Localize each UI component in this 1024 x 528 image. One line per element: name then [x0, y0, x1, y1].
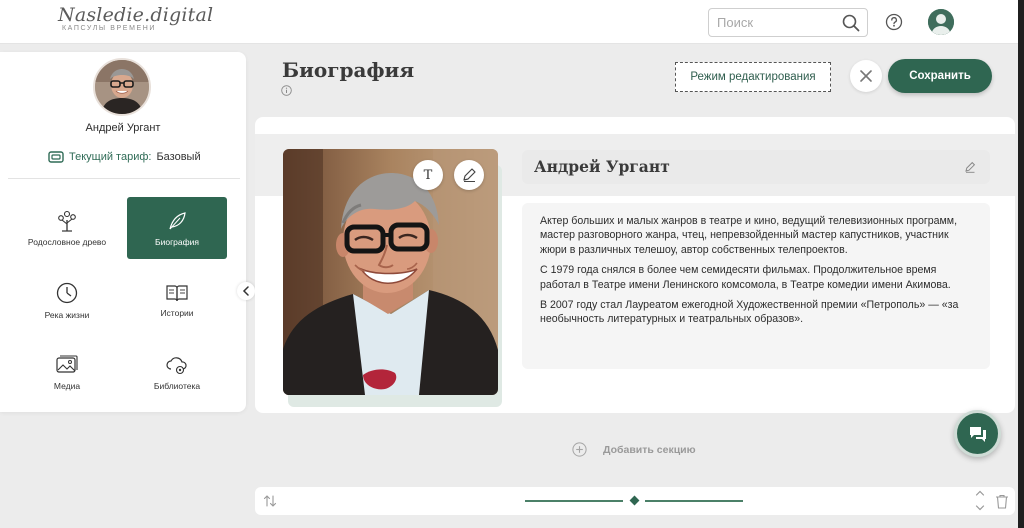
search-input[interactable] [717, 15, 837, 30]
logo-subtitle: КАПСУЛЫ ВРЕМЕНИ [62, 25, 157, 32]
info-icon[interactable] [281, 85, 292, 96]
save-button[interactable]: Сохранить [888, 59, 992, 93]
bio-paragraph: Актер больших и малых жанров в театре и … [540, 215, 958, 256]
sidebar-item-label: Библиотека [153, 380, 201, 391]
plus-circle-icon [572, 442, 587, 457]
text-tool-button[interactable]: T [413, 160, 443, 190]
sidebar-collapse-button[interactable] [237, 282, 255, 300]
feather-icon [169, 211, 186, 229]
profile-photo[interactable] [93, 58, 151, 116]
biography-text[interactable]: Актер больших и малых жанров в театре и … [522, 203, 990, 369]
chevron-down-icon[interactable] [975, 503, 985, 513]
edit-mode-button[interactable]: Режим редактирования [675, 62, 831, 92]
logo-title: Nasledie.digital [58, 4, 214, 26]
user-avatar[interactable] [928, 9, 954, 35]
divider-line-right [645, 500, 743, 502]
divider-diamond[interactable] [629, 495, 640, 506]
close-icon [860, 70, 872, 82]
profile-name: Андрей Ургант [85, 122, 161, 134]
sidebar-item-label: Река жизни [44, 309, 90, 320]
page-title: Биография [282, 58, 415, 82]
section-toolbar [255, 487, 1015, 515]
bio-paragraph: С 1979 года снялся в более чем семидесят… [540, 264, 951, 291]
sidebar-item-label: Истории [160, 307, 194, 318]
tree-icon [58, 210, 76, 232]
top-bar: Nasledie.digital КАПСУЛЫ ВРЕМЕНИ [0, 0, 1018, 44]
search-box [708, 8, 868, 37]
sidebar-item-biography[interactable]: Биография [127, 197, 227, 259]
help-icon[interactable] [885, 13, 903, 31]
sidebar-item-label: Медиа [53, 380, 81, 391]
sidebar-item-life-river[interactable]: Река жизни [17, 269, 117, 331]
chevron-up-icon[interactable] [975, 488, 985, 498]
user-avatar-icon [928, 9, 954, 35]
sidebar-item-stories[interactable]: Истории [127, 269, 227, 331]
pencil-icon[interactable] [964, 161, 976, 173]
sidebar-item-library[interactable]: Библиотека [127, 341, 227, 403]
clock-icon [56, 282, 78, 303]
sidebar-divider [8, 178, 240, 179]
window-edge [1018, 0, 1024, 528]
profile-portrait-icon [95, 60, 149, 114]
divider-line-left [525, 500, 623, 502]
book-icon [166, 284, 188, 301]
search-icon[interactable] [842, 14, 860, 32]
tariff-label: Текущий тариф: [69, 151, 152, 163]
add-section-label: Добавить секцию [603, 443, 696, 456]
person-name: Андрей Ургант [534, 157, 670, 176]
sidebar: Андрей Ургант Текущий тариф: Базовый Род… [0, 52, 255, 412]
reorder-icon[interactable] [263, 494, 277, 508]
pencil-icon [463, 168, 476, 182]
tariff-value: Базовый [156, 151, 201, 163]
sidebar-item-label: Биография [155, 236, 199, 247]
person-name-field[interactable]: Андрей Ургант [522, 150, 990, 184]
wallet-icon [48, 151, 64, 163]
close-button[interactable] [850, 60, 882, 92]
sidebar-item-media[interactable]: Медиа [17, 341, 117, 403]
trash-icon[interactable] [995, 494, 1009, 509]
tariff-info[interactable]: Текущий тариф: Базовый [48, 151, 201, 163]
sidebar-item-family-tree[interactable]: Родословное древо [17, 197, 117, 259]
logo[interactable]: Nasledie.digital КАПСУЛЫ ВРЕМЕНИ [58, 4, 213, 32]
bio-paragraph: В 2007 году стал Лауреатом ежегодной Худ… [540, 299, 959, 326]
media-icon [56, 354, 78, 373]
biography-section: T Андрей Ургант Актер больших и малых жа… [255, 117, 1015, 413]
cloud-library-icon [166, 356, 187, 374]
chevron-left-icon [242, 286, 249, 296]
portrait-photo[interactable]: T [283, 149, 498, 395]
add-section-button[interactable]: Добавить секцию [572, 442, 696, 457]
sidebar-item-label: Родословное древо [27, 236, 107, 247]
chat-icon [969, 426, 986, 442]
chat-button[interactable] [954, 410, 1001, 457]
edit-photo-button[interactable] [454, 160, 484, 190]
